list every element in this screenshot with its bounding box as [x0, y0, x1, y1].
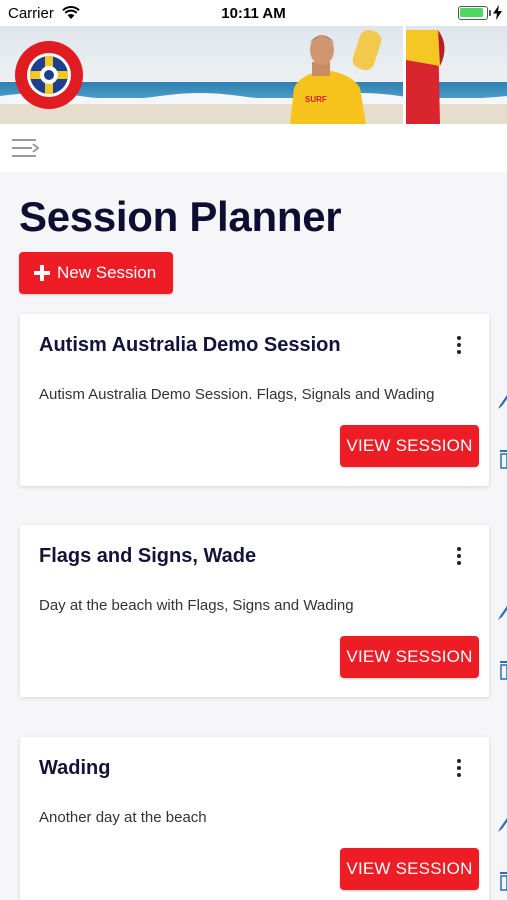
session-card: Flags and Signs, Wade Day at the beach w…: [20, 525, 489, 697]
session-title: Wading: [39, 757, 111, 779]
page-title: Session Planner: [19, 193, 342, 240]
more-vertical-icon[interactable]: [453, 335, 465, 355]
surf-life-saving-logo: [15, 41, 83, 109]
pencil-icon[interactable]: [497, 393, 507, 411]
svg-text:SURF: SURF: [305, 95, 327, 104]
view-session-button[interactable]: VIEW SESSION: [340, 425, 479, 467]
session-card: Wading Another day at the beach VIEW SES…: [20, 737, 489, 900]
session-description: Day at the beach with Flags, Signs and W…: [39, 597, 354, 614]
header-banner: SURF: [0, 26, 507, 124]
pencil-icon[interactable]: [497, 816, 507, 834]
trash-icon[interactable]: [497, 870, 507, 892]
view-session-button[interactable]: VIEW SESSION: [340, 848, 479, 890]
plus-icon: [34, 265, 50, 281]
session-card: Autism Australia Demo Session Autism Aus…: [20, 314, 489, 486]
status-bar: Carrier 10:11 AM: [0, 0, 507, 26]
session-title: Autism Australia Demo Session: [39, 334, 341, 356]
battery-nub: [489, 10, 491, 16]
view-session-button[interactable]: VIEW SESSION: [340, 636, 479, 678]
session-title: Flags and Signs, Wade: [39, 545, 257, 567]
more-vertical-icon[interactable]: [453, 758, 465, 778]
clock: 10:11 AM: [221, 5, 286, 22]
charging-bolt-icon: [493, 5, 502, 20]
more-vertical-icon[interactable]: [453, 546, 465, 566]
new-session-button[interactable]: New Session: [19, 252, 173, 294]
menu-icon[interactable]: [12, 137, 40, 159]
trash-icon[interactable]: [497, 659, 507, 681]
session-description: Another day at the beach: [39, 809, 207, 826]
session-description: Autism Australia Demo Session. Flags, Si…: [39, 386, 435, 403]
trash-icon[interactable]: [497, 448, 507, 470]
battery-icon: [458, 6, 488, 20]
new-session-label: New Session: [57, 263, 157, 282]
pencil-icon[interactable]: [497, 604, 507, 622]
nav-bar: [0, 124, 507, 172]
